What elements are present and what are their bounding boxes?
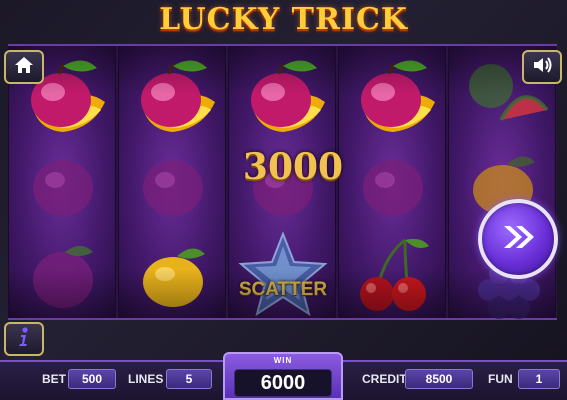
reel-5 bbox=[448, 46, 556, 319]
bet-label: BET bbox=[42, 372, 66, 386]
home-button[interactable] bbox=[4, 50, 44, 84]
fun-value: 1 bbox=[518, 369, 560, 389]
game-stage: LUCKY TRICK SCATTER 3000 BET 500 LINES 5… bbox=[0, 0, 567, 400]
lemon-symbol bbox=[119, 228, 227, 318]
sound-button[interactable] bbox=[522, 50, 562, 84]
plum-symbol bbox=[9, 228, 117, 318]
plum-symbol bbox=[9, 138, 117, 228]
scatter-star-symbol: SCATTER bbox=[229, 228, 337, 318]
speaker-icon bbox=[531, 55, 553, 80]
credit-label: CREDIT bbox=[362, 372, 407, 386]
reel-1 bbox=[8, 46, 116, 318]
game-title: LUCKY TRICK bbox=[159, 2, 408, 37]
double-chevron-right-icon bbox=[500, 222, 536, 257]
bet-value[interactable]: 500 bbox=[68, 369, 116, 389]
lines-label: LINES bbox=[128, 372, 164, 386]
plum-fire-symbol bbox=[229, 48, 337, 138]
win-amount-overlay: 3000 bbox=[242, 146, 344, 188]
win-label: WIN bbox=[273, 356, 293, 365]
home-icon bbox=[13, 55, 35, 80]
plum-fire-symbol bbox=[119, 48, 227, 138]
scatter-label: SCATTER bbox=[238, 279, 328, 300]
reel-area: SCATTER 3000 bbox=[8, 44, 557, 320]
info-icon bbox=[17, 326, 31, 353]
spin-button[interactable] bbox=[478, 199, 558, 279]
win-value: 6000 bbox=[234, 369, 332, 397]
fun-label: FUN bbox=[488, 372, 513, 386]
plum-fire-symbol bbox=[339, 48, 447, 138]
lines-value[interactable]: 5 bbox=[166, 369, 212, 389]
credit-value: 8500 bbox=[405, 369, 473, 389]
info-button[interactable] bbox=[4, 322, 44, 356]
plum-symbol bbox=[119, 138, 227, 228]
cherry-symbol bbox=[339, 228, 447, 318]
win-panel: WIN 6000 bbox=[223, 352, 343, 400]
reel-2 bbox=[118, 46, 226, 318]
